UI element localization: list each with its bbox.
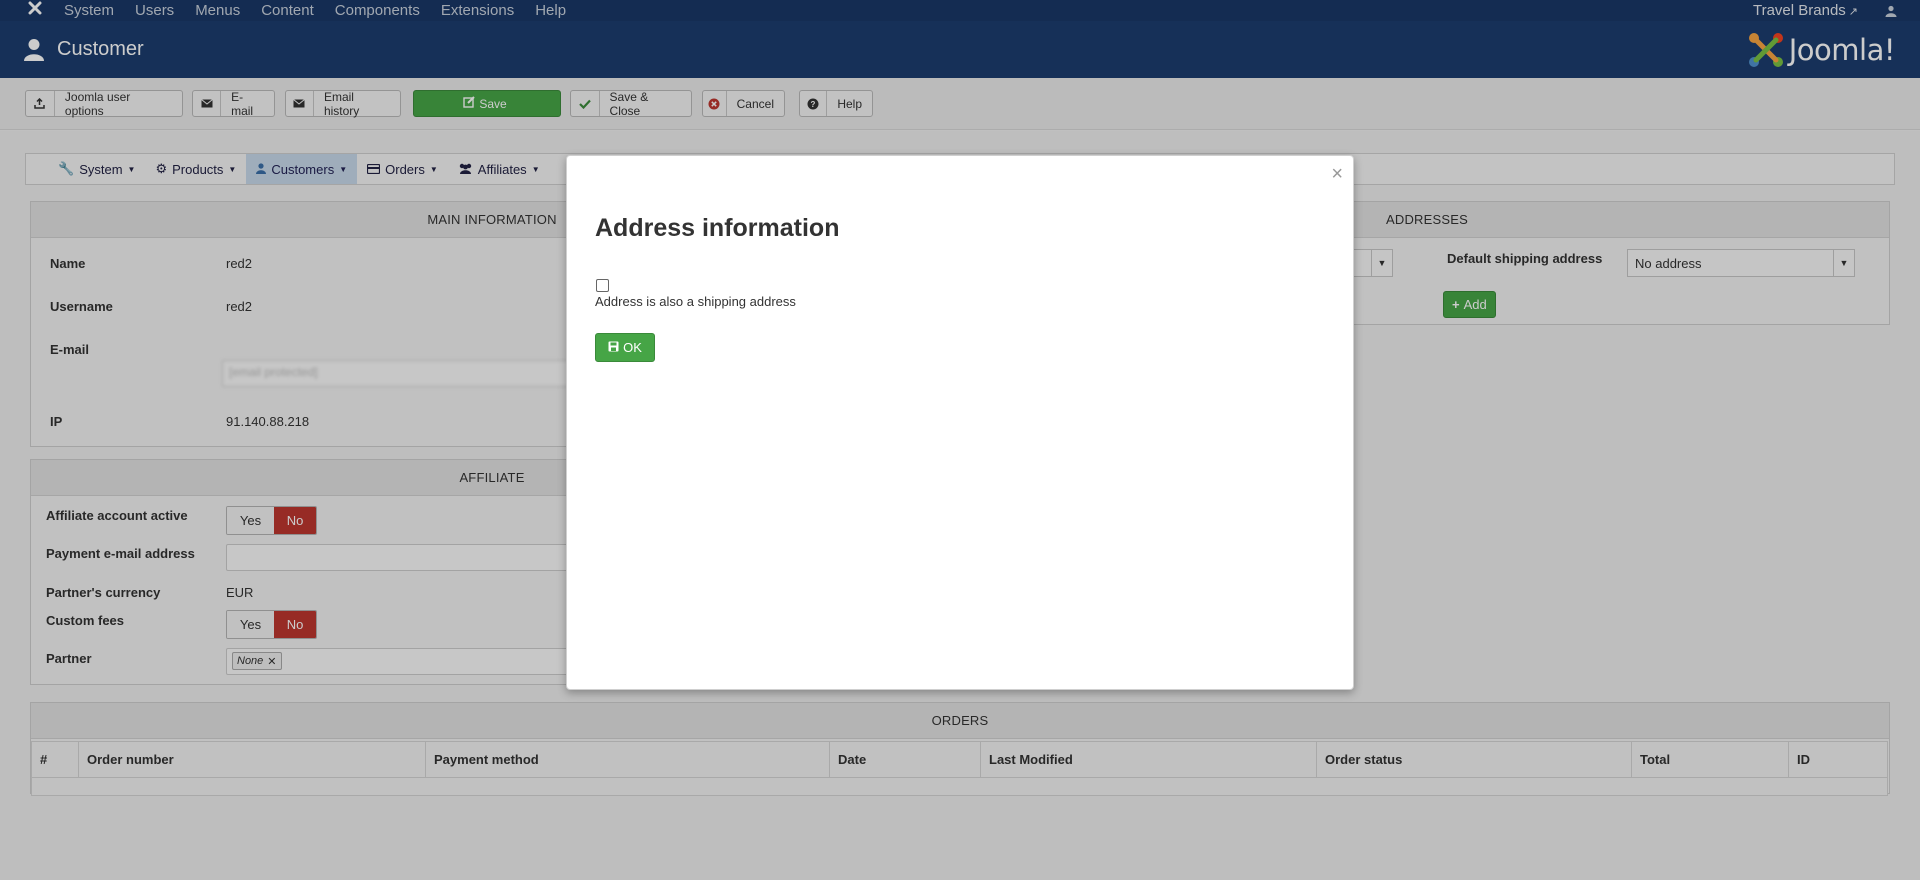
ok-label: OK (623, 340, 642, 355)
shipping-address-checkbox-label[interactable]: Address is also a shipping address (595, 294, 796, 309)
address-information-modal: × Address information Address is also a … (566, 155, 1354, 690)
floppy-disk-icon (608, 340, 619, 355)
ok-button[interactable]: OK (595, 333, 655, 362)
shipping-address-checkbox[interactable] (596, 279, 609, 292)
modal-title: Address information (595, 214, 840, 242)
close-icon[interactable]: × (1331, 164, 1343, 184)
